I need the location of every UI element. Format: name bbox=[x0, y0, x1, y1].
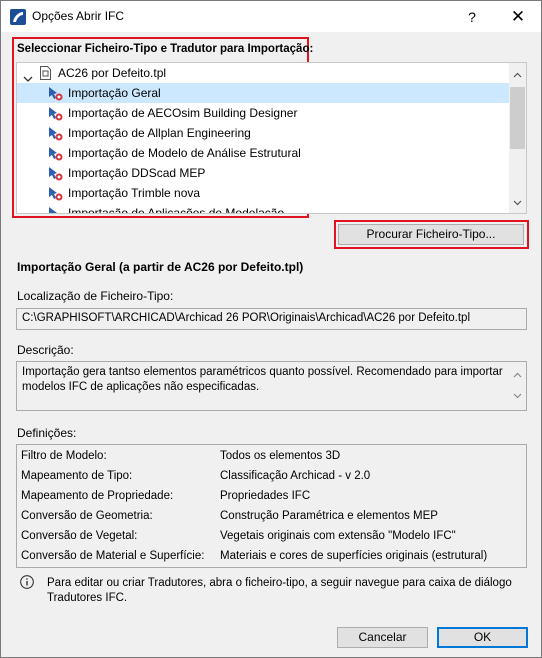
chevron-up-icon[interactable] bbox=[513, 67, 522, 81]
window-title: Opções Abrir IFC bbox=[32, 9, 125, 23]
description-scrollbar[interactable] bbox=[509, 362, 526, 410]
definitions-list: Filtro de Modelo: Todos os elementos 3D … bbox=[16, 444, 527, 568]
tree-item[interactable]: Importação de AECOsim Building Designer bbox=[17, 103, 511, 123]
scrollbar-thumb[interactable] bbox=[510, 87, 525, 149]
tree-item-label: Importação DDScad MEP bbox=[68, 166, 206, 180]
details-heading: Importação Geral (a partir de AC26 por D… bbox=[17, 260, 304, 274]
translator-icon bbox=[47, 205, 63, 213]
chevron-down-icon[interactable] bbox=[513, 389, 522, 404]
tree-item[interactable]: Importação de Modelo de Análise Estrutur… bbox=[17, 143, 511, 163]
tree-item[interactable]: Importação de Allplan Engineering bbox=[17, 123, 511, 143]
definition-value: Todos os elementos 3D bbox=[220, 450, 341, 462]
definition-value: Classificação Archicad - v 2.0 bbox=[220, 470, 371, 482]
chevron-up-icon[interactable] bbox=[513, 368, 522, 383]
cancel-button[interactable]: Cancelar bbox=[337, 627, 428, 648]
tree-item[interactable]: Importação Geral bbox=[17, 83, 511, 103]
definition-key: Mapeamento de Tipo: bbox=[21, 470, 133, 482]
tree-item-label: Importação de Modelo de Análise Estrutur… bbox=[68, 146, 301, 160]
tree-item[interactable]: Importação Trimble nova bbox=[17, 183, 511, 203]
description-text: Importação gera tantso elementos paramét… bbox=[22, 366, 503, 393]
tree-item-label: Importação Geral bbox=[68, 86, 161, 100]
help-button[interactable]: ? bbox=[457, 5, 487, 29]
tree-scrollbar[interactable] bbox=[509, 63, 526, 213]
location-field: C:\GRAPHISOFT\ARCHICAD\Archicad 26 POR\O… bbox=[16, 308, 527, 330]
definition-key: Conversão de Material e Superfície: bbox=[21, 550, 205, 562]
tree-item-label: Importação de Aplicações de Modelação bbox=[68, 206, 285, 214]
archicad-app-icon bbox=[10, 9, 26, 25]
tree-item[interactable]: Importação de Aplicações de Modelação bbox=[17, 203, 511, 214]
description-label: Descrição: bbox=[17, 343, 74, 357]
tree-item-label: Importação Trimble nova bbox=[68, 186, 201, 200]
tree-item[interactable]: Importação DDScad MEP bbox=[17, 163, 511, 183]
info-message: Para editar ou criar Tradutores, abra o … bbox=[47, 577, 512, 604]
location-label: Localização de Ficheiro-Tipo: bbox=[17, 289, 174, 303]
tree-item-label: Importação de Allplan Engineering bbox=[68, 126, 251, 140]
ok-button[interactable]: OK bbox=[437, 627, 528, 648]
title-bar[interactable]: Opções Abrir IFC ? ✕ bbox=[1, 1, 541, 32]
selector-heading: Seleccionar Ficheiro-Tipo e Tradutor par… bbox=[17, 43, 314, 55]
definition-key: Conversão de Geometria: bbox=[21, 510, 153, 522]
tree-item-label: Importação de AECOsim Building Designer bbox=[68, 106, 298, 120]
translator-tree[interactable]: AC26 por Defeito.tpl Importação Geral Im… bbox=[16, 62, 527, 214]
close-button[interactable]: ✕ bbox=[503, 5, 533, 29]
definition-value: Construção Paramétrica e elementos MEP bbox=[220, 510, 438, 522]
tree-template-row[interactable]: AC26 por Defeito.tpl bbox=[17, 63, 511, 83]
definition-value: Materiais e cores de superfícies origina… bbox=[220, 550, 488, 562]
template-name: AC26 por Defeito.tpl bbox=[58, 66, 167, 80]
definition-key: Conversão de Vegetal: bbox=[21, 530, 138, 542]
definition-value: Propriedades IFC bbox=[220, 490, 311, 502]
dialog-window: Opções Abrir IFC ? ✕ Seleccionar Ficheir… bbox=[0, 0, 542, 658]
chevron-down-icon[interactable] bbox=[513, 195, 522, 209]
description-field: Importação gera tantso elementos paramét… bbox=[16, 361, 527, 411]
info-icon bbox=[20, 575, 34, 592]
browse-template-button[interactable]: Procurar Ficheiro-Tipo... bbox=[338, 224, 524, 245]
definitions-label: Definições: bbox=[17, 426, 77, 440]
definition-value: Vegetais originais com extensão "Modelo … bbox=[220, 530, 456, 542]
definition-key: Filtro de Modelo: bbox=[21, 450, 107, 462]
definition-key: Mapeamento de Propriedade: bbox=[21, 490, 174, 502]
